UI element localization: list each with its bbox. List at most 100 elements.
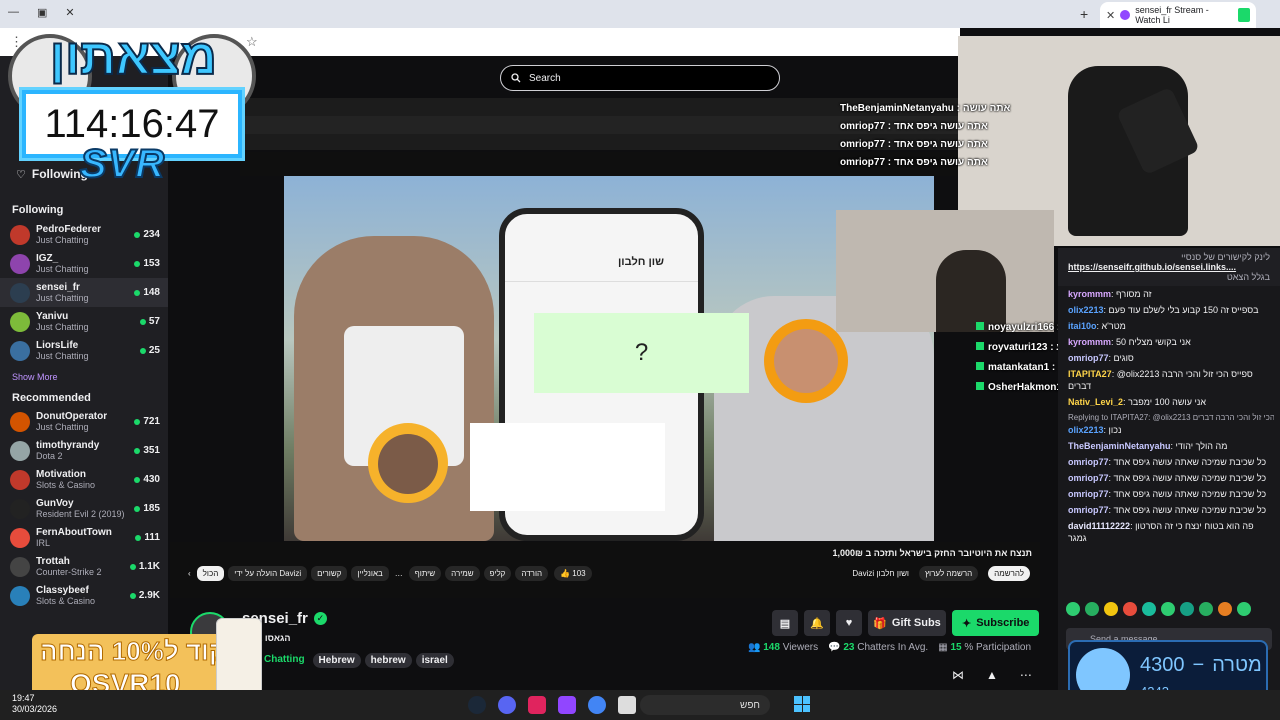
bookmark-star-icon[interactable]: ☆	[246, 34, 258, 50]
chat-username[interactable]: ITAPITA27	[1068, 369, 1112, 379]
emote-icon[interactable]	[1123, 602, 1137, 616]
chat-message: Nativ_Levi_2: אני עושה 100 ימפבר	[1068, 397, 1206, 407]
gift-subs-label: Gift Subs	[891, 617, 941, 629]
yt-subscribe-alt[interactable]: הרשמה לערוץ	[919, 566, 979, 581]
sidebar-item-timothyrandy[interactable]: timothyrandy Dota 2 351	[0, 436, 168, 465]
yt-subscribe[interactable]: להרשמה	[988, 566, 1030, 581]
subscribe-button[interactable]: ✦ Subscribe	[952, 610, 1040, 636]
overlay-chat-top: TheBenjaminNetanyahu : אתה עושה omriop77 …	[840, 100, 1010, 172]
sidebar-item-gunvoy[interactable]: GunVoy Resident Evil 2 (2019) 185	[0, 494, 168, 523]
viewers-stat: 👥 148 Viewers	[748, 642, 818, 653]
clock-tray[interactable]: 19:47 30/03/2026	[12, 693, 57, 715]
sidebar-item-yanivu[interactable]: Yanivu Just Chatting 57	[0, 307, 168, 336]
viewer-count: 111	[135, 532, 160, 543]
emote-icon[interactable]	[1161, 602, 1175, 616]
emote-icon[interactable]	[1199, 602, 1213, 616]
search-input[interactable]: Search	[500, 65, 780, 91]
sidebar-item-liorslife[interactable]: LiorsLife Just Chatting 25	[0, 336, 168, 365]
emote-icon[interactable]	[1085, 602, 1099, 616]
tab-close-icon[interactable]: ✕	[1106, 9, 1115, 22]
emote-icon[interactable]	[1218, 602, 1232, 616]
discord-icon[interactable]	[498, 696, 516, 714]
app-icon[interactable]	[528, 696, 546, 714]
pinned-link[interactable]: https://senseifr.github.io/sensei.links.…	[1068, 262, 1270, 272]
tag-chip[interactable]: hebrew	[364, 653, 412, 668]
chat-bubble-question: ?	[534, 313, 749, 393]
chrome-icon[interactable]	[588, 696, 606, 714]
yt-tab-chip[interactable]: הועלה על ידי Davizi	[228, 566, 308, 581]
emote-icon[interactable]	[1180, 602, 1194, 616]
chat-username[interactable]: omriop77	[1068, 457, 1109, 467]
yt-tab-chip[interactable]: באונליין	[351, 566, 389, 581]
stream-stats: 👥 148 Viewers 💬 23 Chatters In Avg. ▦ 15…	[748, 642, 1031, 653]
viewer-count-value: 185	[143, 503, 160, 514]
extension-icon[interactable]	[1237, 8, 1250, 22]
emote-icon[interactable]	[1104, 602, 1118, 616]
sidebar-item-igz_[interactable]: IGZ_ Just Chatting 153	[0, 249, 168, 278]
restore-icon[interactable]: ▣	[37, 6, 47, 19]
windows-start-icon[interactable]	[794, 696, 810, 712]
chat-username[interactable]: olix2213	[1068, 425, 1104, 435]
browser-tab-active[interactable]: ✕ sensei_fr Stream - Watch Li	[1100, 2, 1256, 28]
list-icon[interactable]: ▤	[772, 610, 798, 636]
promo-line: קוד ל10% הנחה	[40, 636, 227, 667]
yt-channel[interactable]: Davizi ושון חלבון	[852, 569, 909, 578]
chat-username[interactable]: itai10o	[1068, 321, 1097, 331]
yt-action-button[interactable]: שמירה	[445, 566, 480, 581]
chat-text: מה הולך יהודי	[1175, 441, 1228, 451]
share-icon[interactable]: ⋈	[952, 668, 964, 682]
yt-action-button[interactable]: קליפ	[483, 566, 512, 581]
yt-actions-row: Davizi ושון חלבון הרשמה לערוץ להרשמה	[852, 566, 1030, 581]
tag-chip[interactable]: Hebrew	[312, 653, 361, 668]
twitch-favicon-icon	[1120, 10, 1131, 20]
category-link[interactable]: Chatting	[264, 654, 305, 665]
file-explorer-icon[interactable]	[618, 696, 636, 714]
bell-icon[interactable]: 🔔	[804, 610, 830, 636]
yt-action-button[interactable]: הורדה	[515, 566, 549, 581]
chat-username[interactable]: kyrommm	[1068, 337, 1111, 347]
yt-tab-chip[interactable]: הכול	[196, 566, 225, 581]
twitch-app-icon[interactable]	[558, 696, 576, 714]
close-icon[interactable]: ✕	[65, 6, 74, 19]
sidebar-item-game: Just Chatting	[36, 234, 89, 245]
sidebar-item-pedrofederer[interactable]: PedroFederer Just Chatting 234	[0, 220, 168, 249]
sidebar-item-fernabouttown[interactable]: FernAboutTown IRL 111	[0, 523, 168, 552]
chat-username[interactable]: omriop77	[1068, 353, 1109, 363]
sidebar-item-classybeef[interactable]: Classybeef Slots & Casino 2.9K	[0, 581, 168, 610]
sidebar-item-motivation[interactable]: Motivation Slots & Casino 430	[0, 465, 168, 494]
tab-title: sensei_fr Stream - Watch Li	[1135, 5, 1209, 25]
chatters-stat: 💬 23 Chatters In Avg.	[828, 642, 928, 653]
chat-username[interactable]: omriop77	[1068, 505, 1109, 515]
emote-icon[interactable]	[1237, 602, 1251, 616]
taskbar-search[interactable]: חפש	[640, 695, 770, 715]
chat-message: omriop77: כל שכיבת שמיכה שאתה עושה גיפס …	[1068, 473, 1267, 483]
heart-follow-icon[interactable]: ♥	[836, 610, 862, 636]
chat-username[interactable]: david11112222	[1068, 521, 1130, 531]
viewer-count-value: 25	[148, 345, 160, 356]
sidebar-item-sensei_fr[interactable]: sensei_fr Just Chatting 148	[0, 278, 168, 307]
new-tab-button[interactable]: +	[1080, 6, 1088, 22]
sidebar-item-trottah[interactable]: Trottah Counter-Strike 2 1.1K	[0, 552, 168, 581]
chat-username[interactable]: TheBenjaminNetanyahu	[1068, 441, 1171, 451]
tag-chip[interactable]: israel	[415, 653, 454, 668]
chat-username[interactable]: Nativ_Levi_2	[1068, 397, 1123, 407]
chat-username[interactable]: olix2213	[1068, 305, 1104, 315]
chevron-left-icon[interactable]: ‹	[188, 569, 191, 578]
chat-username[interactable]: kyrommm	[1068, 289, 1111, 299]
steam-icon[interactable]	[468, 696, 486, 714]
warning-icon[interactable]: ▲	[986, 668, 998, 682]
gift-subs-button[interactable]: 🎁 Gift Subs	[868, 610, 946, 636]
yt-like-button[interactable]: 👍 103	[554, 566, 592, 581]
chat-username[interactable]: omriop77	[1068, 489, 1109, 499]
live-dot-icon	[134, 231, 141, 238]
more-dots-icon[interactable]: …	[395, 569, 403, 578]
emote-icon[interactable]	[1066, 602, 1080, 616]
sidebar-item-donutoperator[interactable]: DonutOperator Just Chatting 721	[0, 407, 168, 436]
show-more-link[interactable]: Show More	[0, 365, 168, 389]
yt-tab-chip[interactable]: קשורים	[311, 566, 348, 581]
chat-username[interactable]: omriop77	[1068, 473, 1109, 483]
emote-icon[interactable]	[1142, 602, 1156, 616]
yt-action-button[interactable]: שיתוף	[408, 566, 442, 581]
more-options-icon[interactable]: ⋯	[1020, 668, 1032, 682]
minimize-icon[interactable]: —	[8, 6, 19, 19]
